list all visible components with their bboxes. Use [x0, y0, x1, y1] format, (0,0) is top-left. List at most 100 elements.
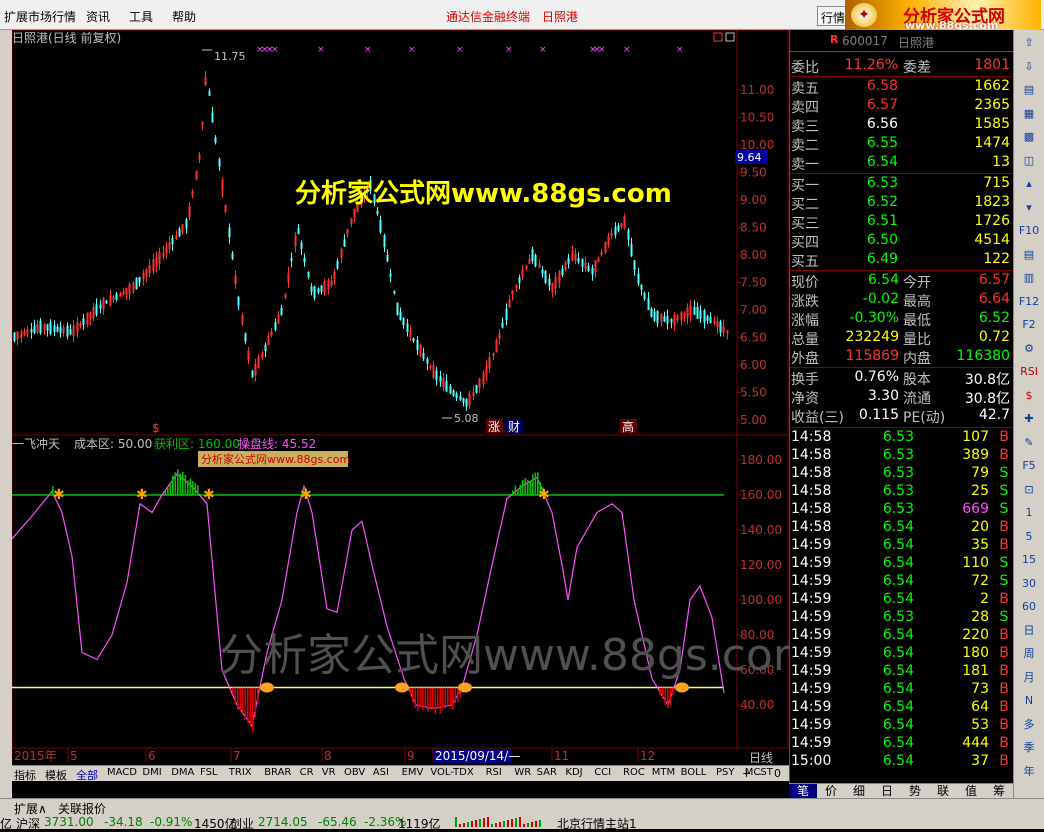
candle-body[interactable] — [26, 329, 29, 335]
candle-body[interactable] — [115, 293, 118, 300]
candle-body[interactable] — [287, 272, 290, 283]
candle-body[interactable] — [561, 268, 564, 275]
candle-body[interactable] — [191, 191, 194, 196]
sell-signal-icon[interactable] — [395, 682, 409, 693]
sell-level-price[interactable]: 6.58 — [838, 78, 898, 94]
candle-body[interactable] — [20, 330, 23, 338]
chart-marker-icon[interactable] — [713, 32, 723, 42]
candle-body[interactable] — [597, 257, 600, 263]
candle-body[interactable] — [327, 280, 330, 290]
candle-body[interactable] — [386, 254, 389, 262]
candle-body[interactable] — [379, 219, 382, 233]
event-x-marker[interactable]: × — [539, 45, 547, 55]
toolbar-button-23-icon[interactable]: 30 — [1017, 575, 1041, 593]
candle-body[interactable] — [670, 318, 673, 323]
candle-body[interactable] — [713, 320, 716, 324]
candle-body[interactable] — [214, 137, 217, 143]
event-mark-high[interactable]: 高 — [622, 419, 634, 434]
candle-body[interactable] — [534, 254, 537, 267]
toolbar-button-3-icon[interactable]: ▦ — [1017, 105, 1041, 123]
quote-tab-7[interactable]: 筹 — [985, 784, 1013, 799]
candle-body[interactable] — [531, 249, 534, 262]
candle-body[interactable] — [49, 322, 52, 334]
indicator-tab-1[interactable]: 模板 — [45, 767, 67, 783]
chart-restore-icon[interactable] — [725, 32, 735, 42]
indicator-tab-mtm[interactable]: MTM — [652, 767, 675, 778]
candle-body[interactable] — [459, 396, 462, 400]
quote-tab-4[interactable]: 势 — [901, 784, 929, 799]
candle-body[interactable] — [95, 304, 98, 315]
candle-body[interactable] — [485, 366, 488, 377]
status-item-11[interactable]: 北京行情主站1 — [557, 815, 637, 832]
indicator-tab-cr[interactable]: CR — [300, 767, 314, 778]
buy-signal-icon[interactable]: ✱ — [538, 487, 550, 503]
candle-body[interactable] — [244, 333, 247, 342]
toolbar-button-21-icon[interactable]: 5 — [1017, 528, 1041, 546]
kline-chart[interactable]: 11.00 10.50 10.00 9.50 9.00 8.50 8.00 7.50 7.00 6… — [12, 30, 789, 780]
candle-body[interactable] — [571, 250, 574, 261]
indicator-tab-roc[interactable]: ROC — [623, 767, 645, 778]
indicator-tab-brar[interactable]: BRAR — [264, 767, 291, 778]
toolbar-button-29-icon[interactable]: 多 — [1017, 716, 1041, 734]
candle-body[interactable] — [719, 321, 722, 333]
candle-body[interactable] — [623, 216, 626, 229]
candle-body[interactable] — [270, 331, 273, 336]
toolbar-button-13-icon[interactable]: ⚙ — [1017, 340, 1041, 358]
toolbar-button-15-icon[interactable]: $ — [1017, 387, 1041, 405]
candle-body[interactable] — [307, 271, 310, 278]
toolbar-button-7-icon[interactable]: ▾ — [1017, 199, 1041, 217]
candle-body[interactable] — [564, 262, 567, 271]
candle-body[interactable] — [23, 331, 26, 335]
candle-body[interactable] — [336, 260, 339, 269]
candle-body[interactable] — [109, 294, 112, 306]
candle-body[interactable] — [633, 260, 636, 270]
candle-body[interactable] — [168, 242, 171, 250]
candle-body[interactable] — [132, 282, 135, 292]
candle-body[interactable] — [630, 243, 633, 257]
event-mark-dollar[interactable]: $ — [152, 421, 160, 435]
candle-body[interactable] — [204, 77, 207, 86]
candle-body[interactable] — [43, 323, 46, 330]
candle-body[interactable] — [676, 315, 679, 321]
toolbar-button-22-icon[interactable]: 15 — [1017, 551, 1041, 569]
candle-body[interactable] — [686, 307, 689, 319]
candle-body[interactable] — [383, 235, 386, 248]
buy-signal-icon[interactable]: ✱ — [53, 487, 65, 503]
candle-body[interactable] — [716, 321, 719, 328]
indicator-control-0[interactable]: + — [742, 767, 751, 780]
indicator-tab-rsi[interactable]: RSI — [486, 767, 502, 778]
event-x-marker[interactable]: × — [456, 45, 464, 55]
candle-body[interactable] — [465, 398, 468, 407]
candle-body[interactable] — [30, 329, 33, 333]
candle-body[interactable] — [680, 311, 683, 321]
candle-body[interactable] — [165, 246, 168, 254]
candle-body[interactable] — [656, 310, 659, 324]
candle-body[interactable] — [142, 272, 145, 280]
candle-body[interactable] — [218, 159, 221, 167]
quote-tab-3[interactable]: 日 — [873, 784, 901, 799]
candle-body[interactable] — [548, 278, 551, 286]
candle-body[interactable] — [313, 286, 316, 299]
candle-body[interactable] — [406, 323, 409, 332]
candle-body[interactable] — [224, 205, 227, 213]
candle-body[interactable] — [515, 285, 518, 288]
candle-body[interactable] — [660, 313, 663, 323]
candle-body[interactable] — [396, 302, 399, 316]
candle-body[interactable] — [600, 251, 603, 255]
candle-body[interactable] — [478, 378, 481, 389]
candle-body[interactable] — [439, 376, 442, 382]
candle-body[interactable] — [511, 290, 514, 296]
candle-body[interactable] — [594, 260, 597, 273]
indicator-tab-obv[interactable]: OBV — [344, 767, 365, 778]
candle-body[interactable] — [498, 333, 501, 339]
candle-body[interactable] — [501, 322, 504, 328]
event-x-marker[interactable]: × — [505, 45, 513, 55]
indicator-tab-vr[interactable]: VR — [322, 767, 336, 778]
candle-body[interactable] — [696, 306, 699, 319]
toolbar-button-1-icon[interactable]: ⇩ — [1017, 58, 1041, 76]
candle-body[interactable] — [683, 312, 686, 316]
candle-body[interactable] — [257, 356, 260, 369]
candle-body[interactable] — [294, 236, 297, 247]
indicator-tab-sar[interactable]: SAR — [537, 767, 557, 778]
menu-help[interactable]: 帮助 — [172, 8, 196, 25]
